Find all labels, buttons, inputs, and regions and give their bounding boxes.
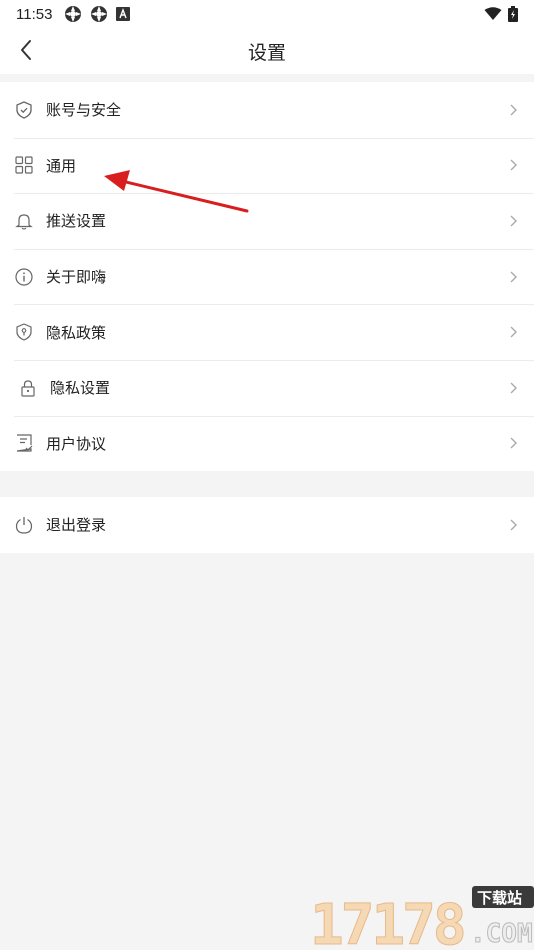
chevron-right-icon — [510, 159, 517, 171]
chevron-right-icon — [510, 519, 517, 531]
logout-button[interactable]: 退出登录 — [0, 497, 534, 553]
document-icon — [14, 433, 34, 453]
chevron-right-icon — [510, 271, 517, 283]
watermark-site: 下载站 — [477, 889, 522, 907]
watermark-number: 17178 — [310, 893, 464, 950]
settings-item-label: 用户协议 — [46, 434, 107, 453]
settings-item-label: 推送设置 — [46, 212, 107, 231]
settings-item-privacy-policy[interactable]: 隐私政策 — [0, 304, 534, 360]
settings-item-account-security[interactable]: 账号与安全 — [0, 82, 534, 138]
battery-icon — [508, 6, 518, 22]
status-notifications — [64, 5, 131, 23]
watermark-logo: 17178 下载站 .COM — [310, 886, 534, 950]
chevron-right-icon — [510, 382, 517, 394]
bell-icon — [14, 211, 34, 231]
settings-item-label: 通用 — [46, 156, 77, 175]
grid-icon — [14, 155, 34, 175]
logout-label: 退出登录 — [46, 516, 107, 535]
page-title: 设置 — [247, 41, 286, 64]
settings-item-user-agreement[interactable]: 用户协议 — [0, 415, 534, 472]
nav-bar: 设置 — [0, 28, 534, 74]
back-button[interactable] — [12, 36, 40, 64]
watermark-domain: .COM — [470, 919, 533, 949]
chevron-right-icon — [510, 104, 517, 116]
logout-section: 退出登录 — [0, 497, 534, 553]
shield-icon — [14, 100, 34, 120]
chevron-right-icon — [510, 326, 517, 338]
chevron-right-icon — [510, 437, 517, 449]
notification-a-icon — [116, 7, 131, 21]
lock-icon — [18, 378, 38, 398]
status-time: 11:53 — [16, 5, 53, 23]
status-system-icons — [484, 6, 518, 22]
notification-app-icon — [65, 6, 82, 22]
status-bar: 11:53 — [0, 0, 534, 28]
settings-item-privacy-settings[interactable]: 隐私设置 — [0, 359, 534, 416]
info-icon — [14, 267, 34, 287]
settings-item-general[interactable]: 通用 — [0, 137, 534, 194]
wifi-icon — [484, 7, 502, 20]
settings-item-label: 隐私政策 — [46, 323, 107, 342]
settings-list: 账号与安全 通用 推送设置 关于即嗨 隐私政策 隐私设置 用户协议 — [0, 82, 534, 472]
chevron-right-icon — [510, 215, 517, 227]
chevron-left-icon — [21, 40, 31, 60]
settings-item-label: 隐私设置 — [50, 379, 111, 398]
settings-item-label: 关于即嗨 — [46, 268, 107, 287]
settings-item-about[interactable]: 关于即嗨 — [0, 248, 534, 305]
privacy-shield-icon — [14, 322, 34, 342]
settings-item-label: 账号与安全 — [46, 101, 122, 120]
notification-app-icon — [91, 6, 108, 22]
settings-item-push[interactable]: 推送设置 — [0, 193, 534, 249]
power-icon — [14, 515, 34, 535]
